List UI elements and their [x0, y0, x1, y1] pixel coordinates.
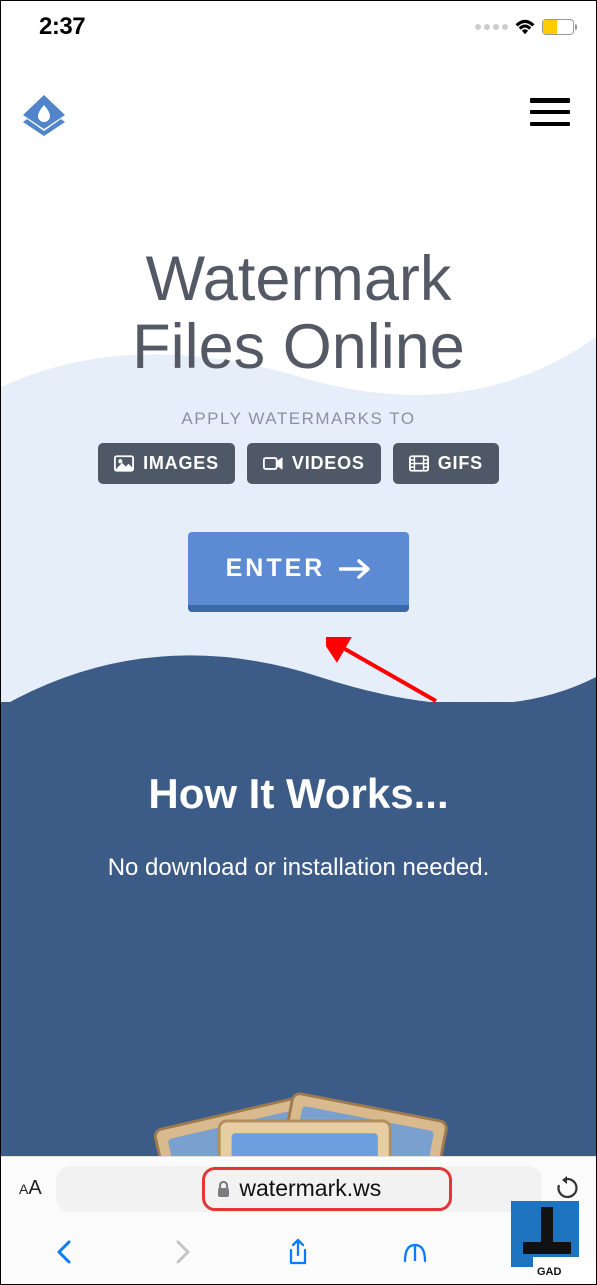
chip-videos-label: VIDEOS: [292, 453, 365, 474]
text-size-button[interactable]: AA: [19, 1177, 42, 1200]
hero-title-line2: Files Online: [132, 312, 465, 382]
chip-images-button[interactable]: IMAGES: [98, 443, 235, 484]
image-icon: [114, 455, 134, 472]
status-time: 2:37: [39, 13, 85, 41]
how-it-works-section: How It Works... No download or installat…: [1, 702, 596, 1222]
film-icon: [409, 455, 429, 472]
battery-icon: [542, 19, 574, 35]
hero-title-line1: Watermark: [146, 244, 452, 314]
nav-back-button[interactable]: [51, 1238, 79, 1266]
chip-gifs-label: GIFS: [438, 453, 483, 474]
hero-title: Watermark Files Online: [1, 245, 596, 381]
enter-button[interactable]: ENTER: [188, 532, 410, 612]
chip-images-label: IMAGES: [143, 453, 219, 474]
svg-text:GAD: GAD: [537, 1266, 562, 1278]
hero-section: Watermark Files Online APPLY WATERMARKS …: [1, 137, 596, 612]
chip-gifs-button[interactable]: GIFS: [393, 443, 499, 484]
apply-label: APPLY WATERMARKS TO: [1, 409, 596, 429]
bookmarks-button[interactable]: [401, 1238, 429, 1266]
site-header: [1, 49, 596, 137]
how-subtitle: No download or installation needed.: [1, 854, 596, 882]
enter-button-label: ENTER: [226, 554, 326, 583]
browser-url-bar: AA watermark.ws: [1, 1156, 596, 1220]
url-field[interactable]: watermark.ws: [56, 1166, 542, 1212]
brand-corner-icon: GAD: [511, 1201, 595, 1283]
cellular-signal-icon: [475, 24, 508, 30]
url-annotation-highlight: [202, 1167, 452, 1211]
video-icon: [263, 455, 283, 472]
site-logo-icon[interactable]: [19, 87, 69, 137]
menu-button[interactable]: [530, 98, 570, 126]
arrow-right-icon: [339, 559, 371, 579]
wifi-icon: [514, 18, 536, 36]
how-title: How It Works...: [1, 770, 596, 818]
browser-bottom-nav: [1, 1220, 596, 1284]
chip-row: IMAGES VIDEOS GIFS: [1, 443, 596, 484]
status-icons: [475, 18, 574, 36]
share-button[interactable]: [284, 1238, 312, 1266]
chip-videos-button[interactable]: VIDEOS: [247, 443, 381, 484]
reload-button[interactable]: [556, 1176, 578, 1202]
nav-forward-button[interactable]: [168, 1238, 196, 1266]
status-bar: 2:37: [1, 1, 596, 49]
